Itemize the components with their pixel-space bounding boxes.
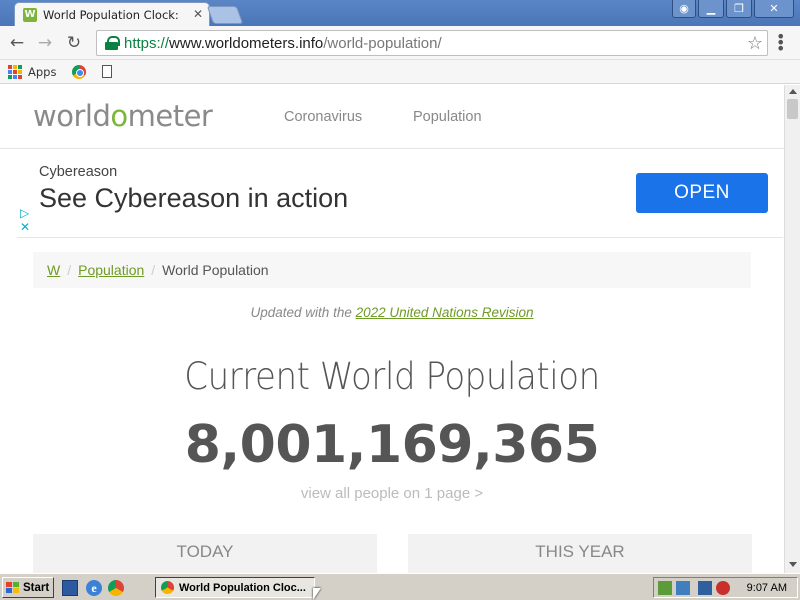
un-revision-link[interactable]: 2022 United Nations Revision bbox=[356, 305, 534, 320]
new-tab-button[interactable] bbox=[206, 6, 244, 24]
ad-headline[interactable]: See Cybereason in action bbox=[39, 183, 348, 214]
maximize-button[interactable]: ❐ bbox=[726, 0, 752, 18]
url-text: https://www.worldometers.info/world-popu… bbox=[124, 34, 442, 52]
page-title: Current World Population bbox=[184, 355, 600, 398]
scroll-down-arrow-icon[interactable] bbox=[789, 562, 797, 567]
browser-titlebar: W World Population Clock: 8 Bil ✕ ◉ ▁ ❐ … bbox=[0, 0, 800, 26]
view-all-people-link[interactable]: view all people on 1 page > bbox=[0, 485, 784, 502]
start-button[interactable]: Start bbox=[2, 577, 54, 598]
forward-arrow-icon[interactable]: → bbox=[34, 32, 56, 54]
chrome-menu-icon[interactable]: • • • bbox=[776, 29, 790, 57]
volume-muted-icon[interactable] bbox=[716, 580, 730, 595]
breadcrumb: W / Population / World Population bbox=[33, 252, 751, 288]
browser-tab-active[interactable]: W World Population Clock: 8 Bil ✕ bbox=[14, 2, 210, 26]
taskbar-chrome-window[interactable]: World Population Cloc... bbox=[155, 577, 315, 598]
apps-bookmark[interactable]: Apps bbox=[28, 65, 56, 79]
ad-banner[interactable]: Cybereason See Cybereason in action OPEN… bbox=[17, 149, 783, 238]
network-tray-icon[interactable] bbox=[698, 580, 712, 595]
nav-population[interactable]: Population bbox=[413, 109, 482, 125]
ad-brand: Cybereason bbox=[39, 164, 118, 180]
minimize-button[interactable]: ▁ bbox=[698, 0, 724, 18]
adchoices-icon[interactable]: ▷ ✕ bbox=[20, 206, 30, 234]
lock-icon bbox=[105, 36, 120, 50]
browser-toolbar: ← → ↻ https://www.worldometers.info/worl… bbox=[0, 26, 800, 60]
window-controls: ◉ ▁ ❐ ✕ bbox=[672, 0, 794, 18]
close-window-button[interactable]: ✕ bbox=[754, 0, 794, 18]
breadcrumb-separator: / bbox=[67, 262, 72, 278]
ad-open-button[interactable]: OPEN bbox=[636, 173, 768, 213]
breadcrumb-separator: / bbox=[151, 262, 156, 278]
worldometer-logo[interactable]: worldometer bbox=[33, 99, 213, 133]
back-arrow-icon[interactable]: ← bbox=[6, 32, 28, 54]
breadcrumb-population[interactable]: Population bbox=[78, 262, 144, 278]
system-tray: 9:07 AM bbox=[653, 577, 798, 598]
updated-note: Updated with the 2022 United Nations Rev… bbox=[250, 305, 534, 320]
profile-icon[interactable]: ◉ bbox=[672, 0, 696, 18]
show-desktop-icon[interactable] bbox=[62, 580, 78, 596]
address-bar[interactable]: https://www.worldometers.info/world-popu… bbox=[96, 30, 768, 56]
page-scrollbar[interactable] bbox=[784, 85, 800, 573]
tab-close-icon[interactable]: ✕ bbox=[193, 7, 203, 21]
reload-icon[interactable]: ↻ bbox=[63, 32, 85, 54]
bookmarks-bar: Apps bbox=[0, 60, 800, 84]
worldometer-favicon-icon: W bbox=[23, 7, 37, 22]
page-viewport: worldometer Coronavirus Population Cyber… bbox=[0, 85, 784, 573]
internet-explorer-icon[interactable]: e bbox=[86, 580, 102, 596]
site-header: worldometer Coronavirus Population bbox=[0, 85, 784, 149]
security-tray-icon[interactable] bbox=[658, 580, 672, 595]
scroll-thumb[interactable] bbox=[787, 99, 798, 119]
scroll-up-arrow-icon[interactable] bbox=[789, 89, 797, 94]
breadcrumb-home[interactable]: W bbox=[47, 262, 60, 278]
chrome-web-store-icon[interactable] bbox=[72, 64, 87, 79]
today-box-header: TODAY bbox=[33, 534, 377, 573]
breadcrumb-current: World Population bbox=[162, 262, 269, 278]
bookmark-star-icon[interactable]: ☆ bbox=[747, 33, 763, 54]
page-bookmark-icon[interactable] bbox=[102, 65, 113, 78]
mouse-cursor-icon bbox=[313, 588, 321, 600]
nav-coronavirus[interactable]: Coronavirus bbox=[284, 109, 362, 125]
windows-taskbar: Start e World Population Cloc... 9:07 AM bbox=[0, 573, 800, 600]
apps-grid-icon[interactable] bbox=[8, 64, 22, 79]
this-year-box-header: THIS YEAR bbox=[408, 534, 752, 573]
windows-flag-icon bbox=[6, 581, 20, 594]
population-counter: 8,001,169,365 bbox=[184, 415, 600, 475]
taskbar-clock[interactable]: 9:07 AM bbox=[747, 582, 787, 594]
chrome-quicklaunch-icon[interactable] bbox=[108, 580, 124, 596]
tab-title: World Population Clock: 8 Bil bbox=[43, 7, 183, 22]
chrome-icon bbox=[161, 581, 174, 594]
update-tray-icon[interactable] bbox=[676, 580, 690, 595]
